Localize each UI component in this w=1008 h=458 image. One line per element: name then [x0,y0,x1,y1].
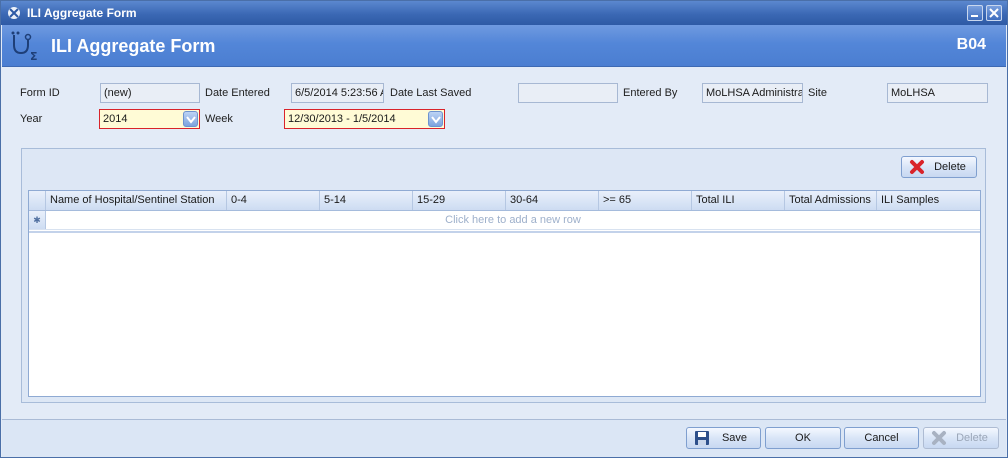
ok-button[interactable]: OK [765,427,841,449]
grid-header-row: Name of Hospital/Sentinel Station 0-4 5-… [29,191,980,211]
form-code: B04 [956,36,986,53]
delete-x-icon [932,431,946,445]
row-selector-header [29,191,46,210]
chevron-down-icon [186,116,196,124]
save-button[interactable]: Save [686,427,761,449]
add-new-row[interactable]: ✱ Click here to add a new row [29,211,980,230]
column-header[interactable]: 5-14 [320,191,413,210]
red-x-icon [910,160,924,174]
close-button[interactable] [986,5,1002,21]
year-label: Year [20,113,43,125]
ok-label: OK [795,432,811,444]
form-header: Σ ILI Aggregate Form B04 [2,25,1006,67]
column-header[interactable]: 0-4 [227,191,320,210]
year-dropdown-button[interactable] [183,111,198,127]
close-icon [989,8,999,18]
window-title: ILI Aggregate Form [27,6,137,20]
year-value: 2014 [103,113,128,125]
save-label: Save [721,432,748,444]
column-header[interactable]: ILI Samples [877,191,980,210]
delete-button[interactable]: Delete [923,427,999,449]
chevron-down-icon [431,116,441,124]
entered-by-label: Entered By [623,87,678,99]
form-id-field: (new) [100,83,200,103]
minimize-button[interactable] [967,5,983,21]
date-entered-field: 6/5/2014 5:23:56 A [291,83,384,103]
column-header[interactable]: >= 65 [599,191,692,210]
date-last-saved-field [518,83,618,103]
new-row-marker-icon: ✱ [29,211,46,229]
week-select[interactable]: 12/30/2013 - 1/5/2014 [284,109,445,129]
site-label: Site [808,87,827,99]
date-last-saved-label: Date Last Saved [390,87,472,99]
year-select[interactable]: 2014 [99,109,200,129]
date-entered-label: Date Entered [205,87,270,99]
cancel-button[interactable]: Cancel [844,427,919,449]
column-header[interactable]: 30-64 [506,191,599,210]
week-label: Week [205,113,233,125]
save-disk-icon [695,431,709,445]
column-header[interactable]: Total ILI [692,191,785,210]
form-window: ILI Aggregate Form Σ ILI Aggregate Form … [0,0,1008,458]
cancel-label: Cancel [864,432,899,444]
form-title: ILI Aggregate Form [51,36,216,56]
grid-delete-label: Delete [934,161,966,173]
title-bar[interactable]: ILI Aggregate Form [1,1,1007,25]
column-header[interactable]: Name of Hospital/Sentinel Station [46,191,227,210]
minimize-icon [971,15,978,17]
site-field: MoLHSA [887,83,988,103]
new-row-separator [29,231,980,233]
add-new-row-hint: Click here to add a new row [445,214,581,226]
ili-data-grid[interactable]: Name of Hospital/Sentinel Station 0-4 5-… [28,190,981,397]
week-value: 12/30/2013 - 1/5/2014 [288,113,396,125]
svg-text:Σ: Σ [30,50,38,63]
form-id-label: Form ID [20,87,60,99]
column-header[interactable]: 15-29 [413,191,506,210]
grid-delete-button[interactable]: Delete [901,156,977,178]
stethoscope-sigma-icon: Σ [11,31,38,63]
column-header[interactable]: Total Admissions [785,191,877,210]
week-dropdown-button[interactable] [428,111,443,127]
delete-label: Delete [956,432,988,444]
entered-by-field: MoLHSA Administra [702,83,803,103]
app-icon [8,7,20,19]
